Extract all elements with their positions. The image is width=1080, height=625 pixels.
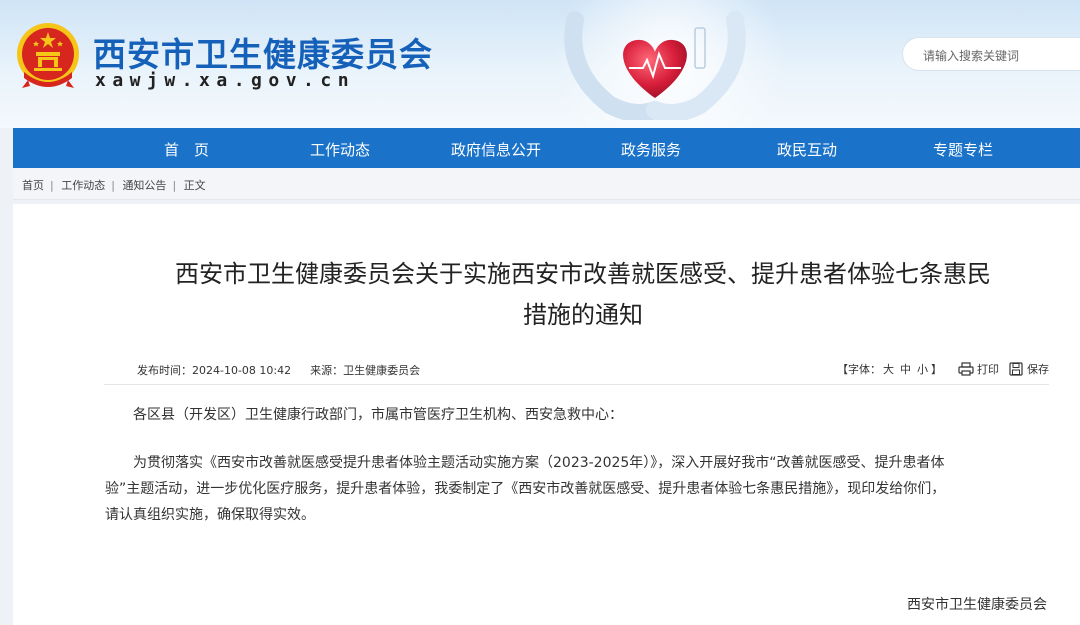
nav-item-home[interactable]: 首 页 <box>164 139 209 160</box>
save-icon[interactable] <box>1009 362 1023 376</box>
source-label: 来源： <box>310 364 344 377</box>
nav-item-interaction[interactable]: 政民互动 <box>777 139 837 160</box>
font-size-label-close: 】 <box>931 363 942 376</box>
article-title-line2: 措施的通知 <box>523 301 643 329</box>
article-panel: 西安市卫生健康委员会关于实施西安市改善就医感受、提升患者体验七条惠民 措施的通知… <box>13 204 1080 625</box>
breadcrumb-separator: | <box>172 179 177 192</box>
print-button[interactable]: 打印 <box>977 361 999 377</box>
publish-time: 2024-10-08 10:42 <box>192 364 292 377</box>
breadcrumb-home[interactable]: 首页 <box>22 179 44 192</box>
nav-item-special-topics[interactable]: 专题专栏 <box>933 139 993 160</box>
font-size-label: 【字体： <box>837 363 881 376</box>
breadcrumb-separator: | <box>50 179 54 192</box>
article-signature: 西安市卫生健康委员会 <box>907 597 1047 613</box>
font-size-small-button[interactable]: 小 <box>917 361 928 377</box>
breadcrumb-current: 正文 <box>183 179 206 192</box>
heart-hands-illustration <box>564 11 746 120</box>
print-icon[interactable] <box>958 362 974 376</box>
source: 卫生健康委员会 <box>343 364 421 377</box>
article-greeting: 各区县（开发区）卫生健康行政部门，市属市管医疗卫生机构、西安急救中心： <box>133 407 623 423</box>
font-size-large-button[interactable]: 大 <box>883 361 894 377</box>
article-paragraph-line1: 为贯彻落实《西安市改善就医感受提升患者体验主题活动实施方案（2023-2025年… <box>133 455 945 471</box>
article-meta: 发布时间：2024-10-08 10:42 来源：卫生健康委员会 【字体： 大 … <box>104 355 1049 385</box>
main-nav: 首 页 工作动态 政府信息公开 政务服务 政民互动 专题专栏 <box>13 128 1080 168</box>
site-domain: xawjw.xa.gov.cn <box>95 70 356 91</box>
article-paragraph-line3: 请认真组织实施，确保取得实效。 <box>105 507 315 523</box>
breadcrumb-notices[interactable]: 通知公告 <box>122 179 166 192</box>
article-paragraph-line2: 验”主题活动，进一步优化医疗服务，提升患者体验，我委制定了《西安市改善就医感受、… <box>105 481 946 497</box>
search-input[interactable]: 请输入搜索关键词 <box>902 37 1080 71</box>
breadcrumb: 首页 | 工作动态 | 通知公告 | 正文 <box>13 168 1080 200</box>
breadcrumb-work-news[interactable]: 工作动态 <box>61 179 105 192</box>
nav-item-gov-services[interactable]: 政务服务 <box>621 139 681 160</box>
breadcrumb-separator: | <box>111 179 115 192</box>
font-size-medium-button[interactable]: 中 <box>900 361 911 377</box>
article-title-line1: 西安市卫生健康委员会关于实施西安市改善就医感受、提升患者体验七条惠民 <box>175 260 991 288</box>
save-button[interactable]: 保存 <box>1027 361 1049 377</box>
site-header: 西安市卫生健康委员会 xawjw.xa.gov.cn 请输入搜索关键词 <box>0 0 1080 128</box>
publish-time-label: 发布时间： <box>137 364 192 377</box>
national-emblem-icon[interactable] <box>14 20 82 92</box>
site-title[interactable]: 西安市卫生健康委员会 <box>93 28 433 76</box>
nav-item-work-news[interactable]: 工作动态 <box>310 139 370 160</box>
nav-item-gov-info[interactable]: 政府信息公开 <box>451 139 541 160</box>
